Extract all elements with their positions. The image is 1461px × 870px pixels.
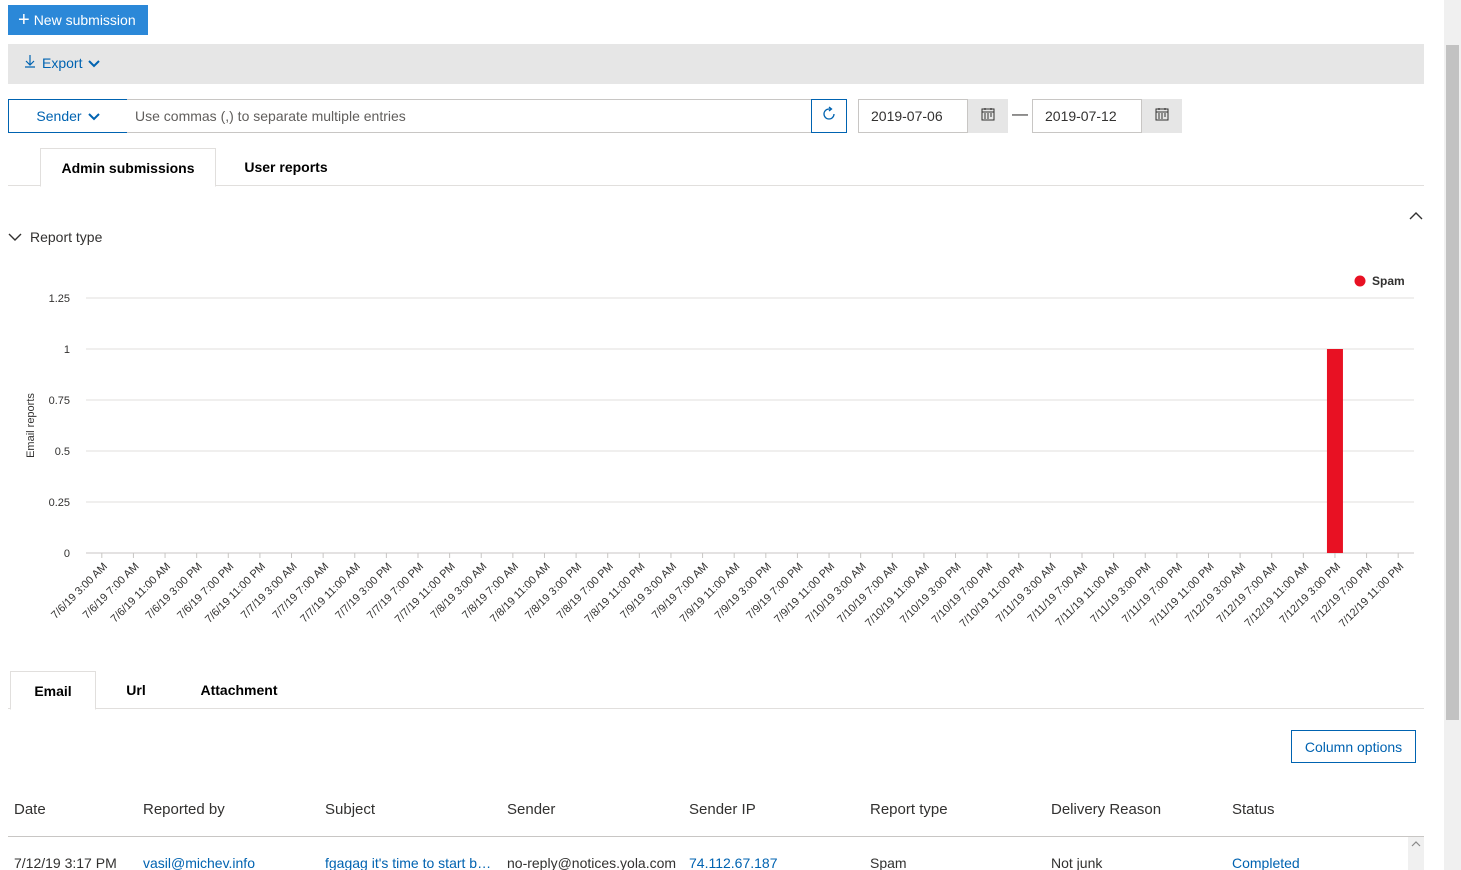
- x-tick-label: 7/7/19 3:00 PM: [333, 561, 394, 622]
- scroll-up-arrow-icon: [1411, 841, 1421, 847]
- y-tick-label: 1: [64, 344, 70, 356]
- page-scrollbar-thumb[interactable]: [1446, 45, 1459, 720]
- x-tick-label: 7/8/19 7:00 AM: [460, 561, 521, 622]
- export-label: Export: [42, 54, 83, 71]
- x-tick-label: 7/9/19 3:00 AM: [618, 561, 679, 622]
- date-from-calendar-button[interactable]: [968, 99, 1008, 133]
- x-tick-label: 7/8/19 7:00 PM: [555, 561, 616, 622]
- date-to-calendar-button[interactable]: [1142, 99, 1182, 133]
- tab-label: Url: [126, 682, 146, 698]
- x-tick-label: 7/8/19 3:00 AM: [429, 561, 490, 622]
- y-axis-label: Email reports: [25, 393, 37, 458]
- collapse-chart-button[interactable]: [1408, 208, 1424, 226]
- table-header: Date Reported by Subject Sender Sender I…: [8, 790, 1424, 837]
- report-type-toggle[interactable]: Report type: [8, 229, 102, 245]
- chevron-down-icon: [88, 55, 101, 71]
- column-header-status[interactable]: Status: [1232, 801, 1275, 818]
- y-tick-label: 0.5: [55, 446, 70, 458]
- y-tick-label: 0.75: [49, 395, 70, 407]
- refresh-button[interactable]: [811, 99, 847, 133]
- x-tick-label: 7/7/19 7:00 AM: [270, 561, 331, 622]
- x-tick-label: 7/9/19 3:00 PM: [713, 561, 774, 622]
- cell-date: 7/12/19 3:17 PM: [14, 855, 117, 870]
- y-tick-label: 0: [64, 548, 70, 560]
- y-tick-label: 1.25: [49, 293, 70, 305]
- export-button[interactable]: Export: [24, 54, 101, 71]
- tab-url[interactable]: Url: [96, 671, 176, 709]
- x-tick-label: 7/6/19 3:00 PM: [144, 561, 205, 622]
- tab-label: Email: [34, 682, 72, 699]
- column-options-button[interactable]: Column options: [1291, 730, 1416, 763]
- cell-report-type: Spam: [870, 855, 907, 870]
- command-bar: Export: [8, 44, 1424, 84]
- cell-sender-ip[interactable]: 74.112.67.187: [689, 855, 859, 870]
- chevron-down-icon: [8, 233, 22, 241]
- tab-email[interactable]: Email: [10, 671, 96, 710]
- cell-reported-by[interactable]: vasil@michev.info: [143, 855, 313, 870]
- x-tick-label: 7/9/19 7:00 PM: [744, 561, 805, 622]
- x-tick-label: 7/6/19 7:00 PM: [175, 561, 236, 622]
- cell-delivery-reason: Not junk: [1051, 855, 1103, 870]
- x-tick-label: 7/6/19 3:00 AM: [49, 561, 110, 622]
- download-icon: [24, 54, 36, 71]
- new-submission-button[interactable]: + New submission: [8, 5, 148, 35]
- cell-subject[interactable]: fgagag it's time to start b…: [325, 855, 500, 870]
- column-header-reported-by[interactable]: Reported by: [143, 801, 225, 818]
- column-header-subject[interactable]: Subject: [325, 801, 375, 818]
- cell-sender: no-reply@notices.yola.com: [507, 855, 677, 870]
- column-header-sender[interactable]: Sender: [507, 801, 555, 818]
- y-tick-label: 0.25: [49, 497, 70, 509]
- x-tick-label: 7/9/19 7:00 AM: [650, 561, 711, 622]
- plus-icon: +: [18, 9, 30, 31]
- tab-user-reports[interactable]: User reports: [216, 148, 356, 186]
- date-separator: —: [1012, 106, 1028, 123]
- sender-label: Sender: [36, 108, 82, 124]
- submissions-page: + New submission Export Sender —: [0, 0, 1461, 870]
- column-options-label: Column options: [1304, 738, 1403, 755]
- sender-dropdown[interactable]: Sender: [8, 99, 128, 133]
- tab-label: Admin submissions: [61, 159, 195, 176]
- date-to-input[interactable]: [1032, 99, 1142, 133]
- cell-status[interactable]: Completed: [1232, 855, 1402, 870]
- table-row[interactable]: 7/12/19 3:17 PM vasil@michev.info fgagag…: [8, 852, 1424, 870]
- x-tick-label: 7/7/19 7:00 PM: [365, 561, 426, 622]
- new-submission-label: New submission: [33, 12, 136, 28]
- tab-label: User reports: [244, 159, 328, 175]
- entity-tabs: Email Url Attachment: [8, 671, 1424, 710]
- tab-attachment[interactable]: Attachment: [176, 671, 302, 709]
- column-header-delivery-reason[interactable]: Delivery Reason: [1051, 801, 1161, 818]
- x-tick-label: 7/6/19 7:00 AM: [81, 561, 142, 622]
- chevron-down-icon: [87, 108, 100, 124]
- date-from-input[interactable]: [858, 99, 968, 133]
- x-tick-label: 7/7/19 3:00 AM: [239, 561, 300, 622]
- column-header-report-type[interactable]: Report type: [870, 801, 948, 818]
- tab-label: Attachment: [200, 682, 278, 698]
- sender-search-input[interactable]: [127, 99, 812, 133]
- legend-label-spam: Spam: [1372, 274, 1405, 288]
- column-header-date[interactable]: Date: [14, 801, 46, 818]
- calendar-icon: [981, 107, 995, 126]
- column-header-sender-ip[interactable]: Sender IP: [689, 801, 756, 818]
- submission-tabs: Admin submissions User reports: [8, 148, 1424, 187]
- refresh-icon: [821, 105, 837, 127]
- table-scrollbar[interactable]: [1408, 837, 1424, 870]
- calendar-icon: [1155, 107, 1169, 126]
- x-tick-label: 7/8/19 3:00 PM: [523, 561, 584, 622]
- report-type-label: Report type: [30, 229, 103, 245]
- bar-spam: [1326, 349, 1343, 553]
- chevron-up-icon: [1408, 208, 1424, 225]
- email-reports-chart: 1.25 1 0.75 0.5 0.25 0 Email reports 7/6/19 3:0…: [25, 274, 1414, 630]
- legend-marker-spam: [1354, 275, 1366, 287]
- tab-admin-submissions[interactable]: Admin submissions: [40, 148, 216, 187]
